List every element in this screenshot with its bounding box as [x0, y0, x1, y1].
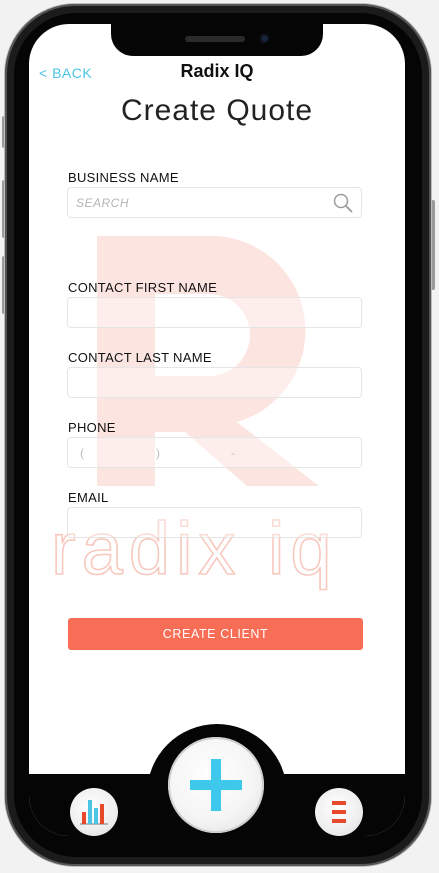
add-button[interactable]: [168, 737, 264, 833]
contact-first-name-input[interactable]: [68, 298, 361, 327]
bar-chart-icon: [80, 800, 108, 825]
phone-label: PHONE: [68, 420, 116, 435]
business-name-label: BUSINESS NAME: [68, 170, 179, 185]
page-title: Create Quote: [120, 94, 314, 127]
contact-last-name-label: CONTACT LAST NAME: [68, 350, 212, 365]
phone-open-paren: (: [80, 446, 84, 460]
plus-icon: [190, 759, 242, 811]
business-search-input[interactable]: [68, 188, 361, 217]
phone-close-paren: ): [156, 446, 160, 460]
analytics-button[interactable]: [70, 788, 118, 836]
app-screen: radix iq < BACK Radix IQ Create Quote BU…: [29, 24, 405, 836]
business-name-field: [67, 187, 362, 218]
contact-last-name-input[interactable]: [68, 368, 361, 397]
menu-icon: [332, 801, 346, 823]
power-button: [431, 200, 435, 290]
contact-first-name-field: [67, 297, 362, 328]
create-client-button[interactable]: CREATE CLIENT: [68, 618, 363, 650]
front-camera: [259, 33, 270, 44]
email-input[interactable]: [68, 508, 361, 537]
speaker-grille: [185, 36, 245, 42]
notch: [111, 24, 323, 56]
contact-last-name-field: [67, 367, 362, 398]
email-label: EMAIL: [68, 490, 109, 505]
app-title: Radix IQ: [180, 61, 254, 81]
contact-first-name-label: CONTACT FIRST NAME: [68, 280, 218, 295]
phone-field[interactable]: ( ) -: [67, 437, 362, 468]
search-icon[interactable]: [333, 193, 353, 213]
menu-button[interactable]: [315, 788, 363, 836]
email-field: [67, 507, 362, 538]
phone-dash: -: [231, 446, 235, 460]
